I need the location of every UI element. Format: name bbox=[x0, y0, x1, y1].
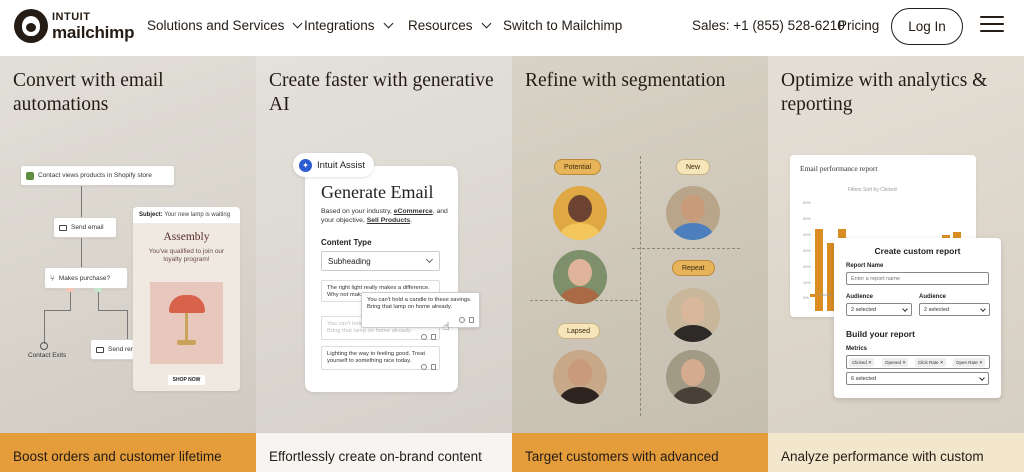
content-type-label: Content Type bbox=[321, 238, 372, 247]
customer-avatar bbox=[553, 350, 607, 404]
intuit-assist-badge: ✦ Intuit Assist bbox=[293, 153, 375, 177]
envelope-icon bbox=[96, 346, 104, 353]
nav-solutions-dropdown[interactable]: Solutions and Services bbox=[147, 18, 303, 33]
report-name-label: Report Name bbox=[846, 263, 884, 269]
metrics-select[interactable]: 6 selected bbox=[846, 372, 989, 385]
copy-icon bbox=[431, 334, 436, 340]
metric-chip: Clicked ✕ bbox=[849, 358, 874, 367]
chevron-down-icon bbox=[383, 18, 393, 29]
legend-swatch bbox=[810, 294, 815, 297]
customer-avatar bbox=[553, 186, 607, 240]
copy-icon bbox=[431, 364, 436, 370]
shop-now-button: SHOP NOW bbox=[168, 375, 205, 385]
panel-email-automations: Convert with email automations Contact v… bbox=[0, 56, 256, 433]
audience-select[interactable]: 2 selected bbox=[846, 303, 912, 316]
chevron-down-icon bbox=[425, 255, 434, 264]
generate-email-description: Based on your industry, eCommerce, and y… bbox=[321, 208, 448, 224]
audience-select[interactable]: 2 selected bbox=[919, 303, 990, 316]
panel-title: Convert with email automations bbox=[13, 70, 164, 115]
generate-email-card: Generate Email Based on your industry, e… bbox=[305, 166, 458, 392]
panel-title: Optimize with analytics & reporting bbox=[781, 70, 988, 115]
panel-caption: Effortlessly create on-brand content bbox=[256, 433, 512, 472]
login-button[interactable]: Log In bbox=[891, 8, 963, 45]
metric-chip: Click Rate ✕ bbox=[915, 358, 946, 367]
nav-resources-dropdown[interactable]: Resources bbox=[408, 18, 491, 33]
suggestion-popover: You can't hold a candle to these savings… bbox=[361, 292, 480, 328]
custom-report-title: Create custom report bbox=[874, 246, 961, 256]
panel-caption: Target customers with advanced bbox=[512, 433, 768, 472]
segment-new-pill: New bbox=[676, 159, 711, 175]
chevron-down-icon bbox=[292, 18, 303, 29]
create-custom-report-card: Create custom report Report Name Enter a… bbox=[834, 238, 1001, 398]
report-title: Email performance report bbox=[800, 164, 878, 173]
hamburger-menu-icon[interactable] bbox=[980, 16, 1004, 34]
copy-icon bbox=[469, 317, 474, 323]
split-icon: ⑂ bbox=[50, 273, 55, 283]
lamp-image bbox=[150, 282, 223, 364]
email-body: You've qualified to join our loyalty pro… bbox=[148, 248, 225, 263]
build-report-title: Build your report bbox=[846, 329, 915, 339]
panel-generative-ai: Create faster with generative AI ✦ Intui… bbox=[256, 56, 512, 433]
refresh-icon bbox=[421, 334, 427, 340]
audience-label: Audience bbox=[846, 294, 874, 300]
chevron-down-icon bbox=[980, 306, 986, 312]
flow-send-email-box: Send email bbox=[53, 217, 117, 238]
segment-potential-pill: Potential bbox=[554, 159, 602, 175]
logo-mailchimp-text: mailchimp bbox=[52, 22, 135, 42]
panel-caption: Analyze performance with custom bbox=[768, 433, 1024, 472]
metric-chip: Open Rate ✕ bbox=[953, 358, 985, 367]
panel-segmentation: Refine with segmentation Potential New R… bbox=[512, 56, 768, 433]
segment-repeat-pill: Repeat bbox=[672, 260, 715, 276]
email-preview-card: Subject: Your new lamp is waiting Assemb… bbox=[133, 207, 240, 391]
top-nav: INTUIT mailchimp Solutions and Services … bbox=[0, 0, 1024, 56]
flow-decision-box: ⑂ Makes purchase? bbox=[44, 267, 128, 289]
panel-analytics: Optimize with analytics & reporting Emai… bbox=[768, 56, 1024, 433]
refresh-icon bbox=[459, 317, 465, 323]
chart-bar bbox=[815, 228, 823, 311]
panel-title: Refine with segmentation bbox=[525, 70, 726, 91]
contact-exits-label: Contact Exits bbox=[28, 352, 67, 359]
nav-integrations-dropdown[interactable]: Integrations bbox=[304, 18, 393, 33]
refresh-icon bbox=[421, 364, 427, 370]
metric-chip: Opened ✕ bbox=[882, 358, 909, 367]
generate-email-title: Generate Email bbox=[321, 182, 434, 202]
chevron-down-icon bbox=[481, 18, 491, 29]
sparkle-icon: ✦ bbox=[299, 158, 312, 172]
email-heading: Assembly bbox=[163, 231, 210, 243]
envelope-icon bbox=[59, 224, 67, 231]
customer-avatar bbox=[666, 288, 720, 342]
customer-avatar bbox=[666, 350, 720, 404]
shopify-icon bbox=[26, 171, 34, 180]
report-toolbar: Filters Sort by Clicked bbox=[848, 187, 897, 193]
customer-avatar bbox=[666, 186, 720, 240]
chevron-down-icon bbox=[902, 306, 908, 312]
legend-label: Clicked bbox=[818, 292, 832, 297]
panel-title: Create faster with generative AI bbox=[269, 70, 494, 115]
sales-phone-link[interactable]: Sales: +1 (855) 528-6210 bbox=[692, 18, 845, 33]
mailchimp-logo[interactable]: INTUIT mailchimp bbox=[14, 9, 134, 43]
panel-caption: Boost orders and customer lifetime bbox=[0, 433, 256, 472]
content-type-select: Subheading bbox=[321, 251, 440, 271]
nav-switch-link[interactable]: Switch to Mailchimp bbox=[503, 18, 622, 33]
customer-avatar bbox=[553, 250, 607, 304]
exit-icon bbox=[40, 342, 48, 350]
pointer-hand-icon: ☝ bbox=[443, 321, 450, 333]
report-name-input[interactable]: Enter a report name bbox=[846, 272, 989, 285]
metrics-chip-box[interactable]: Clicked ✕ Opened ✕ Click Rate ✕ Open Rat… bbox=[846, 355, 990, 369]
audience-label: Audience bbox=[919, 294, 947, 300]
chevron-down-icon bbox=[979, 375, 985, 381]
metrics-label: Metrics bbox=[846, 346, 868, 352]
logo-intuit-text: INTUIT bbox=[52, 10, 91, 23]
freddie-logo-icon bbox=[14, 9, 48, 43]
pricing-link[interactable]: Pricing bbox=[838, 18, 879, 33]
segment-lapsed-pill: Lapsed bbox=[557, 323, 600, 339]
flow-trigger-box: Contact views products in Shopify store bbox=[20, 165, 175, 186]
